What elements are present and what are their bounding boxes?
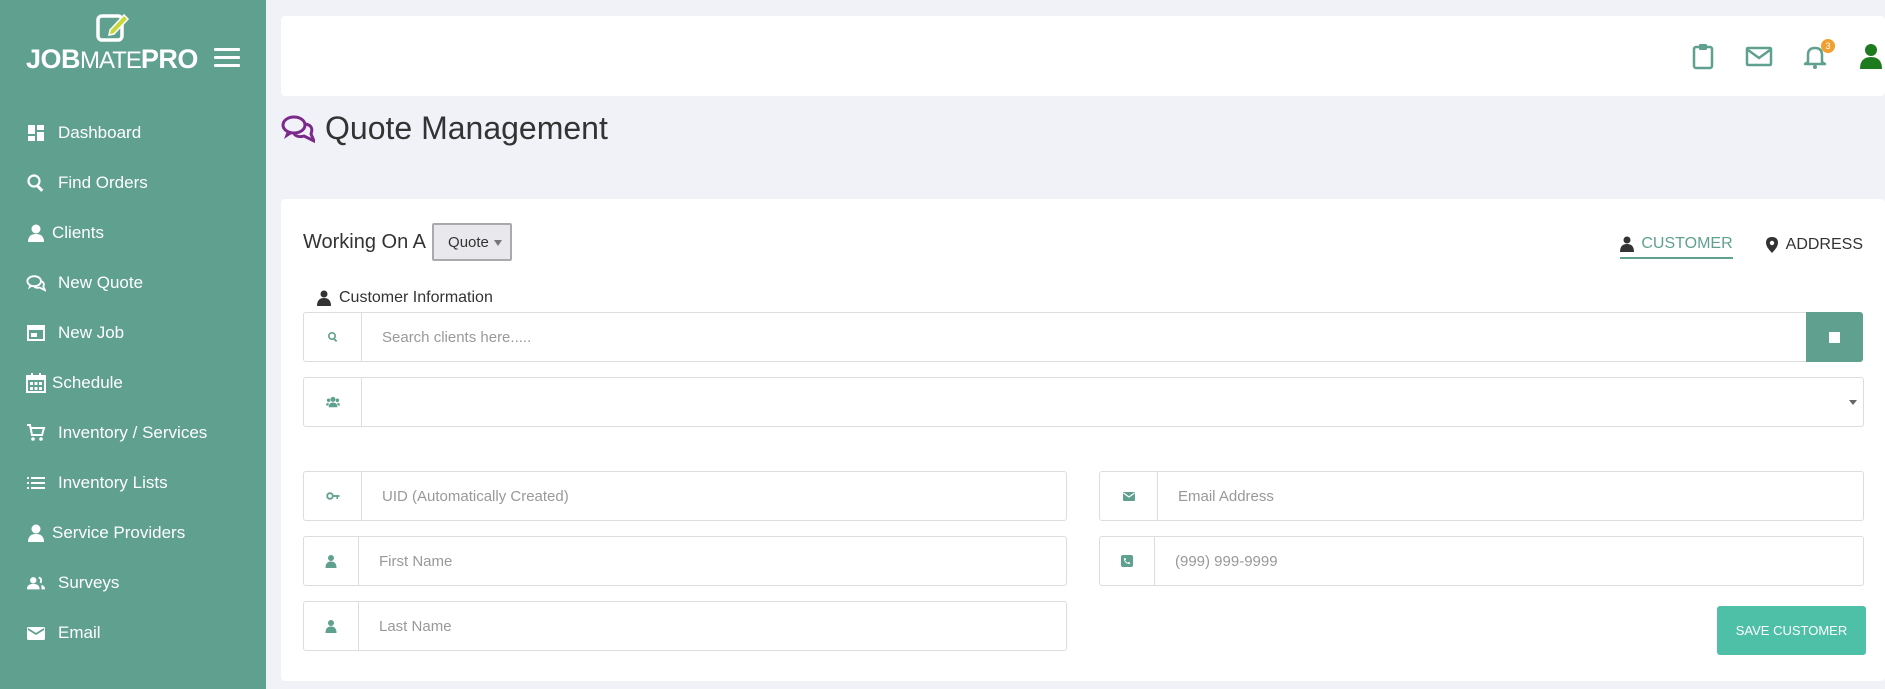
- page-title: Quote Management: [281, 110, 608, 147]
- sidebar-item-label: Find Orders: [58, 173, 148, 192]
- chevron-down-icon: [1849, 400, 1857, 405]
- mail-icon[interactable]: [1745, 42, 1773, 70]
- sidebar-item-label: Schedule: [52, 373, 123, 392]
- sidebar-nav: Dashboard Find Orders Clients New Quote …: [0, 108, 266, 658]
- search-icon: [26, 173, 58, 193]
- sidebar-item-email[interactable]: Email: [0, 608, 266, 658]
- user-icon: [317, 290, 331, 306]
- sidebar-item-label: New Job: [58, 323, 125, 342]
- sidebar-item-new-job[interactable]: New Job: [0, 308, 266, 358]
- top-bar: 3: [281, 16, 1885, 96]
- client-search-input[interactable]: [362, 313, 1806, 361]
- sidebar-item-label: Dashboard: [58, 123, 142, 142]
- phone-field: [1099, 536, 1864, 586]
- list-icon: [26, 473, 58, 493]
- tab-address-label: ADDRESS: [1785, 236, 1863, 253]
- app-logo[interactable]: JOBMATEPRO: [26, 12, 206, 74]
- logo-pro: PRO: [140, 44, 199, 74]
- phone-icon: [1100, 537, 1155, 585]
- client-search-button[interactable]: [1806, 312, 1863, 362]
- first-name-field: [303, 536, 1067, 586]
- last-name-input[interactable]: [359, 602, 1066, 650]
- sidebar-item-label: Inventory / Services: [58, 423, 208, 442]
- sidebar-item-label: Email: [58, 623, 101, 642]
- sidebar-item-label: New Quote: [58, 273, 144, 292]
- sidebar-item-label: Surveys: [58, 573, 120, 592]
- sidebar-item-label: Service Providers: [52, 523, 186, 542]
- sidebar-item-clients[interactable]: Clients: [0, 208, 266, 258]
- clipboard-icon[interactable]: [1689, 42, 1717, 70]
- mail-icon: [26, 623, 58, 643]
- cart-icon: [26, 423, 58, 443]
- record-type-select[interactable]: Quote: [432, 223, 513, 261]
- user-icon: [304, 602, 359, 650]
- people-icon: [26, 573, 58, 593]
- users-icon: [304, 378, 362, 426]
- sidebar: JOBMATEPRO Dashboard Find Orders Clients…: [0, 0, 266, 689]
- user-icon: [304, 537, 359, 585]
- menu-toggle-icon[interactable]: [214, 48, 240, 68]
- sidebar-item-dashboard[interactable]: Dashboard: [0, 108, 266, 158]
- sidebar-item-label: Inventory Lists: [58, 473, 168, 492]
- client-group-select[interactable]: [303, 377, 1864, 427]
- notification-badge: 3: [1821, 39, 1835, 53]
- sidebar-item-surveys[interactable]: Surveys: [0, 558, 266, 608]
- working-on-row: Working On A Quote: [303, 223, 513, 261]
- sidebar-item-new-quote[interactable]: New Quote: [0, 258, 266, 308]
- section-label: Customer Information: [317, 289, 493, 307]
- dashboard-icon: [26, 123, 58, 143]
- search-icon: [304, 313, 362, 361]
- sidebar-item-schedule[interactable]: Schedule: [0, 358, 266, 408]
- first-name-input[interactable]: [359, 537, 1066, 585]
- chat-icon: [26, 273, 58, 293]
- sidebar-item-find-orders[interactable]: Find Orders: [0, 158, 266, 208]
- client-search-field: [303, 312, 1807, 362]
- user-icon: [26, 523, 52, 543]
- working-on-label: Working On A: [303, 230, 427, 253]
- key-icon: [304, 472, 362, 520]
- window-icon: [26, 323, 58, 343]
- logo-job: JOB: [26, 44, 81, 74]
- chat-icon: [281, 115, 315, 143]
- sidebar-item-inventory-lists[interactable]: Inventory Lists: [0, 458, 266, 508]
- tab-address[interactable]: ADDRESS: [1765, 235, 1863, 259]
- email-field: [1099, 471, 1864, 521]
- uid-input[interactable]: [362, 472, 1066, 520]
- email-input[interactable]: [1158, 472, 1863, 520]
- customer-form-card: Working On A Quote CUSTOMER ADDRESS Cust…: [281, 199, 1885, 681]
- sidebar-item-inventory-services[interactable]: Inventory / Services: [0, 408, 266, 458]
- user-icon: [1620, 236, 1635, 252]
- calendar-icon: [26, 373, 52, 393]
- record-type-value: Quote: [448, 233, 489, 251]
- map-pin-icon: [1765, 237, 1778, 253]
- user-icon: [26, 223, 52, 243]
- bell-icon[interactable]: 3: [1801, 39, 1835, 70]
- square-icon: [1829, 331, 1840, 343]
- phone-input[interactable]: [1155, 537, 1863, 585]
- tab-customer-label: CUSTOMER: [1641, 235, 1733, 252]
- edit-logo-icon: [96, 13, 130, 42]
- last-name-field: [303, 601, 1067, 651]
- page-title-text: Quote Management: [325, 110, 608, 146]
- save-customer-button[interactable]: SAVE CUSTOMER: [1717, 606, 1866, 655]
- tab-customer[interactable]: CUSTOMER: [1620, 235, 1733, 259]
- envelope-icon: [1100, 472, 1158, 520]
- section-label-text: Customer Information: [339, 289, 493, 306]
- sidebar-item-service-providers[interactable]: Service Providers: [0, 508, 266, 558]
- sidebar-item-label: Clients: [52, 223, 104, 242]
- uid-field: [303, 471, 1067, 521]
- form-tabs: CUSTOMER ADDRESS: [1620, 235, 1885, 259]
- user-profile-icon[interactable]: [1857, 42, 1885, 70]
- logo-mate: MATE: [80, 47, 142, 74]
